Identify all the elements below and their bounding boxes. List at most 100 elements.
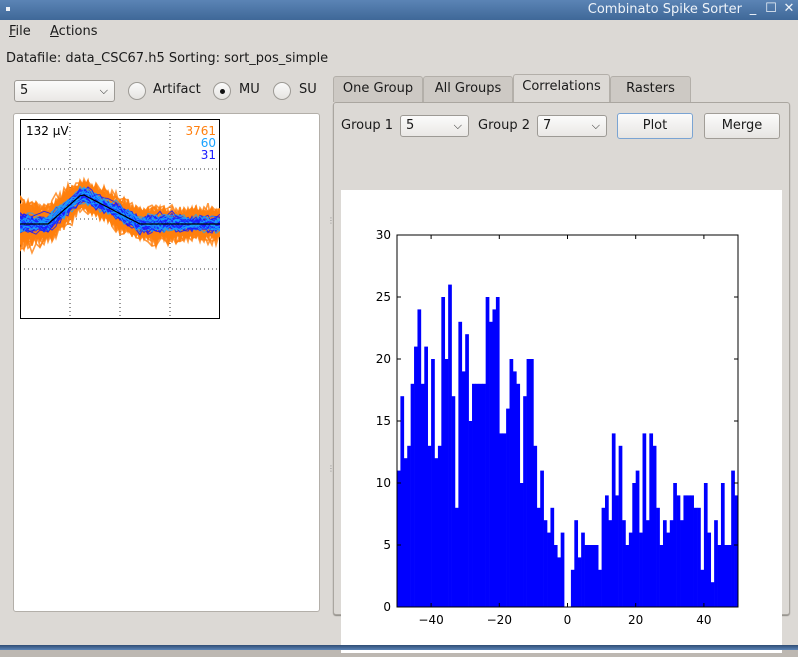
histogram-bar <box>417 309 422 607</box>
y-tick-label: 20 <box>376 352 391 366</box>
window-menu-icon[interactable] <box>6 7 10 11</box>
histogram-bar <box>478 383 483 607</box>
count-cluster-b: 31 <box>201 148 216 162</box>
tab-correlations[interactable]: Correlations <box>513 74 610 102</box>
histogram-bar <box>587 545 592 607</box>
histogram-bar <box>420 383 425 607</box>
histogram-bar <box>680 520 684 607</box>
menu-actions[interactable]: Actions <box>50 24 98 39</box>
histogram-bar <box>410 383 415 607</box>
group2-select[interactable]: 7 ⌵ <box>537 115 607 137</box>
close-button[interactable]: ✕ <box>782 2 796 16</box>
group-overview-panel[interactable]: 132 µV 3761 60 31 <box>13 113 320 612</box>
x-tick-label: 0 <box>564 613 572 627</box>
histogram-bar <box>697 507 701 607</box>
menu-actions-label: ctions <box>58 24 98 39</box>
histogram-bar <box>516 383 521 607</box>
histogram-bar <box>598 569 602 607</box>
histogram-bar <box>499 433 504 607</box>
histogram-bar <box>591 545 596 607</box>
menu-bar: File Actions <box>0 20 798 44</box>
histogram-bar <box>669 520 674 607</box>
histogram-bar <box>645 520 650 607</box>
radio-mu-label: MU <box>239 82 260 97</box>
chevron-down-icon: ⌵ <box>99 84 108 97</box>
histogram-bar <box>577 557 582 607</box>
radio-artifact-label: Artifact <box>153 82 201 97</box>
histogram-bar <box>707 532 712 607</box>
histogram-bar <box>550 507 555 607</box>
histogram-bar <box>731 470 735 607</box>
histogram-bar <box>482 383 486 607</box>
group-select-value: 5 <box>20 83 29 98</box>
histogram-bar <box>700 569 705 607</box>
histogram-bar <box>632 483 636 607</box>
histogram-bar <box>574 520 579 607</box>
tab-all-groups[interactable]: All Groups <box>423 76 513 102</box>
histogram-bar <box>454 507 459 607</box>
histogram-bar <box>727 545 732 607</box>
histogram-bar <box>662 520 667 607</box>
histogram-bar <box>666 532 671 607</box>
splitter-handle-top[interactable]: ⋮ <box>327 216 335 225</box>
minimize-button[interactable]: _ <box>746 2 760 16</box>
radio-su[interactable] <box>273 82 291 100</box>
histogram-bar <box>492 309 497 607</box>
maximize-button[interactable]: ☐ <box>764 2 778 16</box>
histogram-bar <box>444 359 449 607</box>
histogram-bar <box>622 520 626 607</box>
group-select[interactable]: 5 ⌵ <box>14 80 115 102</box>
histogram-bar <box>656 507 660 607</box>
radio-artifact[interactable] <box>128 82 146 100</box>
histogram-bar <box>407 445 411 607</box>
histogram-bar <box>485 297 490 607</box>
histogram-bar <box>615 495 619 607</box>
histogram-bar <box>703 483 708 607</box>
group1-select-value: 5 <box>406 118 415 133</box>
x-tick-label: 40 <box>696 613 711 627</box>
histogram-bar <box>472 383 476 607</box>
histogram-bar <box>526 359 531 607</box>
histogram-bar <box>570 569 575 607</box>
histogram-bar <box>635 470 640 607</box>
histogram-bar <box>424 346 428 607</box>
menu-file[interactable]: File <box>9 24 31 39</box>
histogram-bar <box>714 520 718 607</box>
tab-one-group[interactable]: One Group <box>333 76 423 102</box>
merge-button[interactable]: Merge <box>704 113 780 139</box>
histogram-bar <box>536 507 541 607</box>
chevron-down-icon: ⌵ <box>453 119 462 132</box>
histogram-bar <box>533 445 538 607</box>
amplitude-label: 132 µV <box>26 124 69 138</box>
histogram-bar <box>543 520 548 607</box>
histogram-bar <box>584 545 589 607</box>
histogram-bar <box>557 557 561 607</box>
x-tick-label: −20 <box>487 613 512 627</box>
histogram-bar <box>434 458 439 607</box>
correlations-panel: Group 1 5 ⌵ Group 2 7 ⌵ Plot Merge −40 −2… <box>333 102 790 653</box>
histogram-bar <box>686 495 691 607</box>
histogram-bar <box>693 507 698 607</box>
group1-select[interactable]: 5 ⌵ <box>400 115 469 137</box>
histogram-bar <box>519 483 524 607</box>
histogram-bar <box>717 545 722 607</box>
radio-mu[interactable] <box>213 82 231 100</box>
group1-label: Group 1 <box>341 118 393 133</box>
histogram-bar <box>605 495 609 607</box>
plot-button[interactable]: Plot <box>617 113 693 139</box>
histogram-bar <box>523 396 527 607</box>
x-tick-label: −40 <box>418 613 443 627</box>
histogram-bar <box>683 495 688 607</box>
histogram-bar <box>509 359 514 607</box>
histogram-bars <box>397 284 739 607</box>
histogram-bar <box>502 433 507 607</box>
histogram-bar <box>489 321 493 607</box>
main-area: Datafile: data_CSC67.h5 Sorting: sort_po… <box>0 44 798 653</box>
histogram-bar <box>448 284 452 607</box>
histogram-bar <box>652 445 657 607</box>
histogram-bar <box>720 483 725 607</box>
splitter-handle-bottom[interactable]: ⋮ <box>327 464 335 473</box>
y-tick-label: 0 <box>383 600 391 614</box>
histogram-bar <box>512 371 517 607</box>
tab-rasters[interactable]: Rasters <box>610 76 691 102</box>
